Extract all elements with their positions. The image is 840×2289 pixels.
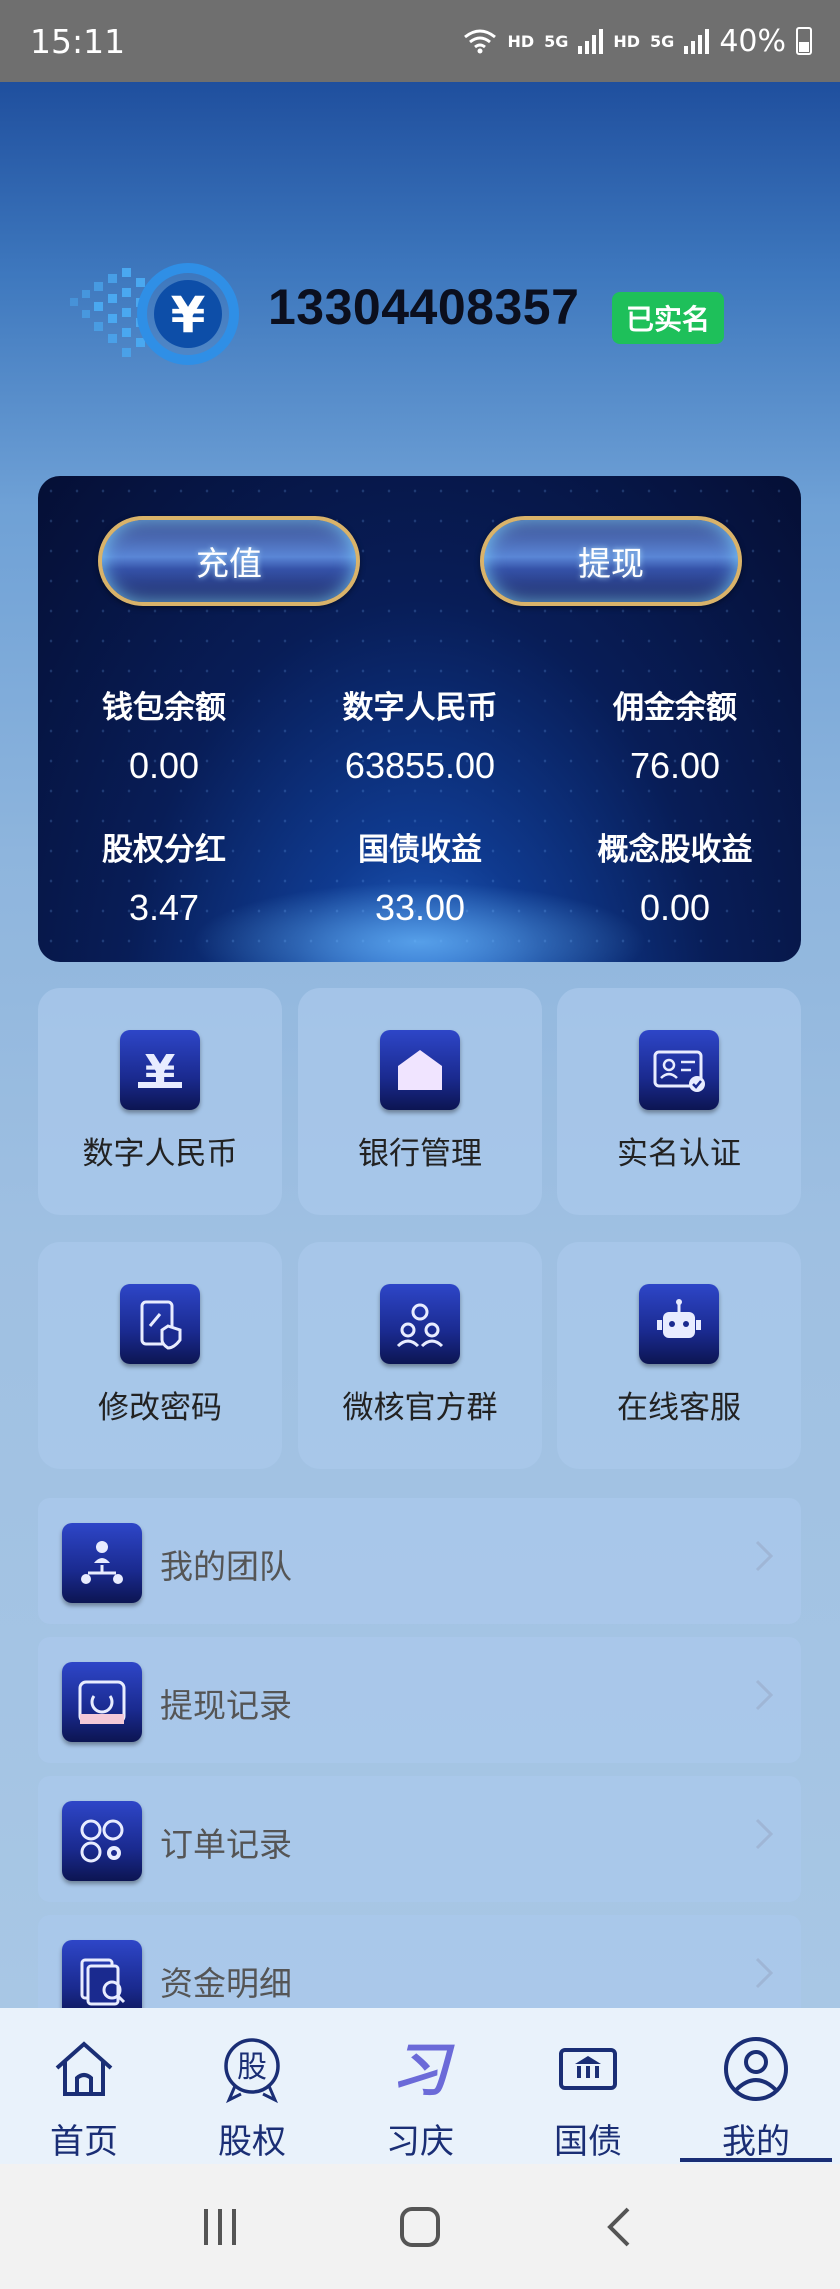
stat-commission: 佣金余额 76.00 bbox=[555, 682, 795, 787]
list-label: 资金明细 bbox=[160, 1964, 292, 2003]
stat-label: 佣金余额 bbox=[613, 690, 737, 726]
grid-official-group[interactable]: 微核官方群 bbox=[298, 1242, 542, 1469]
svg-text:股: 股 bbox=[237, 2050, 267, 2085]
wifi-icon bbox=[464, 29, 497, 54]
chevron-right-icon bbox=[755, 1957, 774, 1989]
robot-icon bbox=[639, 1284, 719, 1364]
stat-label: 概念股收益 bbox=[597, 832, 753, 868]
grid-label: 银行管理 bbox=[358, 1136, 482, 1172]
stat-value: 76.00 bbox=[629, 745, 721, 786]
signal-icon-2 bbox=[684, 28, 710, 54]
grid-label: 实名认证 bbox=[617, 1136, 741, 1172]
withdraw-button[interactable]: 提现 bbox=[480, 516, 742, 606]
recharge-button[interactable]: 充值 bbox=[98, 516, 360, 606]
list-item-my-team[interactable]: 我的团队 bbox=[38, 1498, 801, 1624]
nav-mine[interactable]: 我的 bbox=[672, 2008, 840, 2164]
nav-label: 股权 bbox=[218, 2122, 286, 2162]
stat-value: 0.00 bbox=[639, 887, 711, 928]
chevron-right-icon bbox=[755, 1818, 774, 1850]
hd-label-2: HD bbox=[613, 31, 641, 51]
stat-value: 3.47 bbox=[128, 887, 200, 928]
equity-icon: 股 bbox=[224, 2038, 280, 2104]
nav-label: 国债 bbox=[554, 2122, 622, 2162]
grid-label: 数字人民币 bbox=[82, 1136, 238, 1172]
back-icon[interactable] bbox=[598, 2205, 642, 2249]
stat-wallet-balance: 钱包余额 0.00 bbox=[44, 682, 284, 787]
verified-badge: 已实名 bbox=[612, 292, 725, 344]
order-record-icon bbox=[62, 1801, 142, 1881]
svg-text:习: 习 bbox=[391, 2036, 455, 2104]
network-label-2: 5G bbox=[650, 31, 675, 51]
chevron-right-icon bbox=[755, 1540, 774, 1572]
grid-digital-rmb[interactable]: ¥ 数字人民币 bbox=[38, 988, 282, 1215]
list-item-withdraw-record[interactable]: 提现记录 bbox=[38, 1637, 801, 1763]
list-label: 我的团队 bbox=[160, 1547, 292, 1586]
list-label: 提现记录 bbox=[160, 1686, 292, 1725]
chevron-right-icon bbox=[755, 1679, 774, 1711]
stat-bond-income: 国债收益 33.00 bbox=[300, 824, 540, 929]
stat-concept-stock-income: 概念股收益 0.00 bbox=[555, 824, 795, 929]
yuan-logo-icon: ¥ bbox=[70, 263, 239, 365]
password-icon bbox=[120, 1284, 200, 1364]
grid-change-password[interactable]: 修改密码 bbox=[38, 1242, 282, 1469]
stat-label: 国债收益 bbox=[358, 832, 482, 868]
status-icons: HD 5G HD 5G 40% bbox=[463, 24, 812, 59]
nav-label: 首页 bbox=[50, 2122, 118, 2162]
network-label-1: 5G bbox=[544, 31, 569, 51]
stat-equity-dividend: 股权分红 3.47 bbox=[44, 824, 284, 929]
grid-online-service[interactable]: 在线客服 bbox=[557, 1242, 801, 1469]
svg-text:¥: ¥ bbox=[171, 286, 206, 344]
nav-bond[interactable]: 国债 bbox=[504, 2008, 672, 2164]
svg-text:¥: ¥ bbox=[145, 1046, 176, 1097]
home-button-icon[interactable] bbox=[398, 2205, 442, 2249]
grid-label: 修改密码 bbox=[98, 1390, 222, 1426]
stat-label: 钱包余额 bbox=[102, 690, 226, 726]
nav-equity[interactable]: 股 股权 bbox=[168, 2008, 336, 2164]
bottom-nav: 首页 股 股权 习 习庆 国债 我的 bbox=[0, 2008, 840, 2164]
grid-bank-management[interactable]: 银行管理 bbox=[298, 988, 542, 1215]
stat-value: 63855.00 bbox=[344, 745, 496, 786]
battery-percent: 40% bbox=[719, 23, 786, 59]
withdraw-record-icon bbox=[62, 1662, 142, 1742]
yuan-icon: ¥ bbox=[120, 1030, 200, 1110]
phone-number: 13304408357 bbox=[268, 279, 580, 335]
group-icon bbox=[380, 1284, 460, 1364]
status-bar: 15:11 HD 5G HD 5G 40% bbox=[0, 0, 840, 82]
home-icon bbox=[55, 2041, 113, 2096]
team-icon bbox=[62, 1523, 142, 1603]
list-label: 订单记录 bbox=[160, 1825, 292, 1864]
stat-label: 数字人民币 bbox=[342, 690, 498, 726]
xiqing-icon: 习 bbox=[391, 2036, 455, 2104]
system-nav-bar bbox=[0, 2164, 840, 2289]
recent-apps-icon[interactable] bbox=[198, 2205, 242, 2249]
stat-label: 股权分红 bbox=[102, 832, 226, 868]
id-card-icon bbox=[639, 1030, 719, 1110]
battery-icon bbox=[796, 27, 812, 55]
stat-digital-rmb: 数字人民币 63855.00 bbox=[300, 682, 540, 787]
nav-label: 我的 bbox=[722, 2122, 790, 2162]
nav-label: 习庆 bbox=[386, 2122, 454, 2162]
stat-value: 33.00 bbox=[374, 887, 466, 928]
nav-home[interactable]: 首页 bbox=[0, 2008, 168, 2164]
bank-icon bbox=[380, 1030, 460, 1110]
grid-label: 在线客服 bbox=[617, 1390, 741, 1426]
funds-detail-icon bbox=[62, 1940, 142, 2012]
status-time: 15:11 bbox=[30, 21, 126, 61]
list-item-order-record[interactable]: 订单记录 bbox=[38, 1776, 801, 1902]
wallet-card: 充值 提现 钱包余额 0.00 数字人民币 63855.00 佣金余额 76.0… bbox=[38, 476, 801, 962]
list-item-funds-detail[interactable]: 资金明细 bbox=[38, 1915, 801, 2012]
stat-value: 0.00 bbox=[128, 745, 200, 786]
hd-label-1: HD bbox=[507, 31, 535, 51]
grid-real-name-auth[interactable]: 实名认证 bbox=[557, 988, 801, 1215]
profile-icon bbox=[724, 2037, 788, 2101]
active-tab-indicator bbox=[680, 2158, 832, 2162]
main-content: ¥ 13304408357 已实名 充值 提现 钱包余额 0.00 数字人民币 … bbox=[0, 82, 840, 2012]
grid-label: 微核官方群 bbox=[342, 1390, 498, 1426]
signal-icon-1 bbox=[578, 28, 604, 54]
nav-xiqing[interactable]: 习 习庆 bbox=[336, 2008, 504, 2164]
bond-icon bbox=[559, 2048, 617, 2090]
